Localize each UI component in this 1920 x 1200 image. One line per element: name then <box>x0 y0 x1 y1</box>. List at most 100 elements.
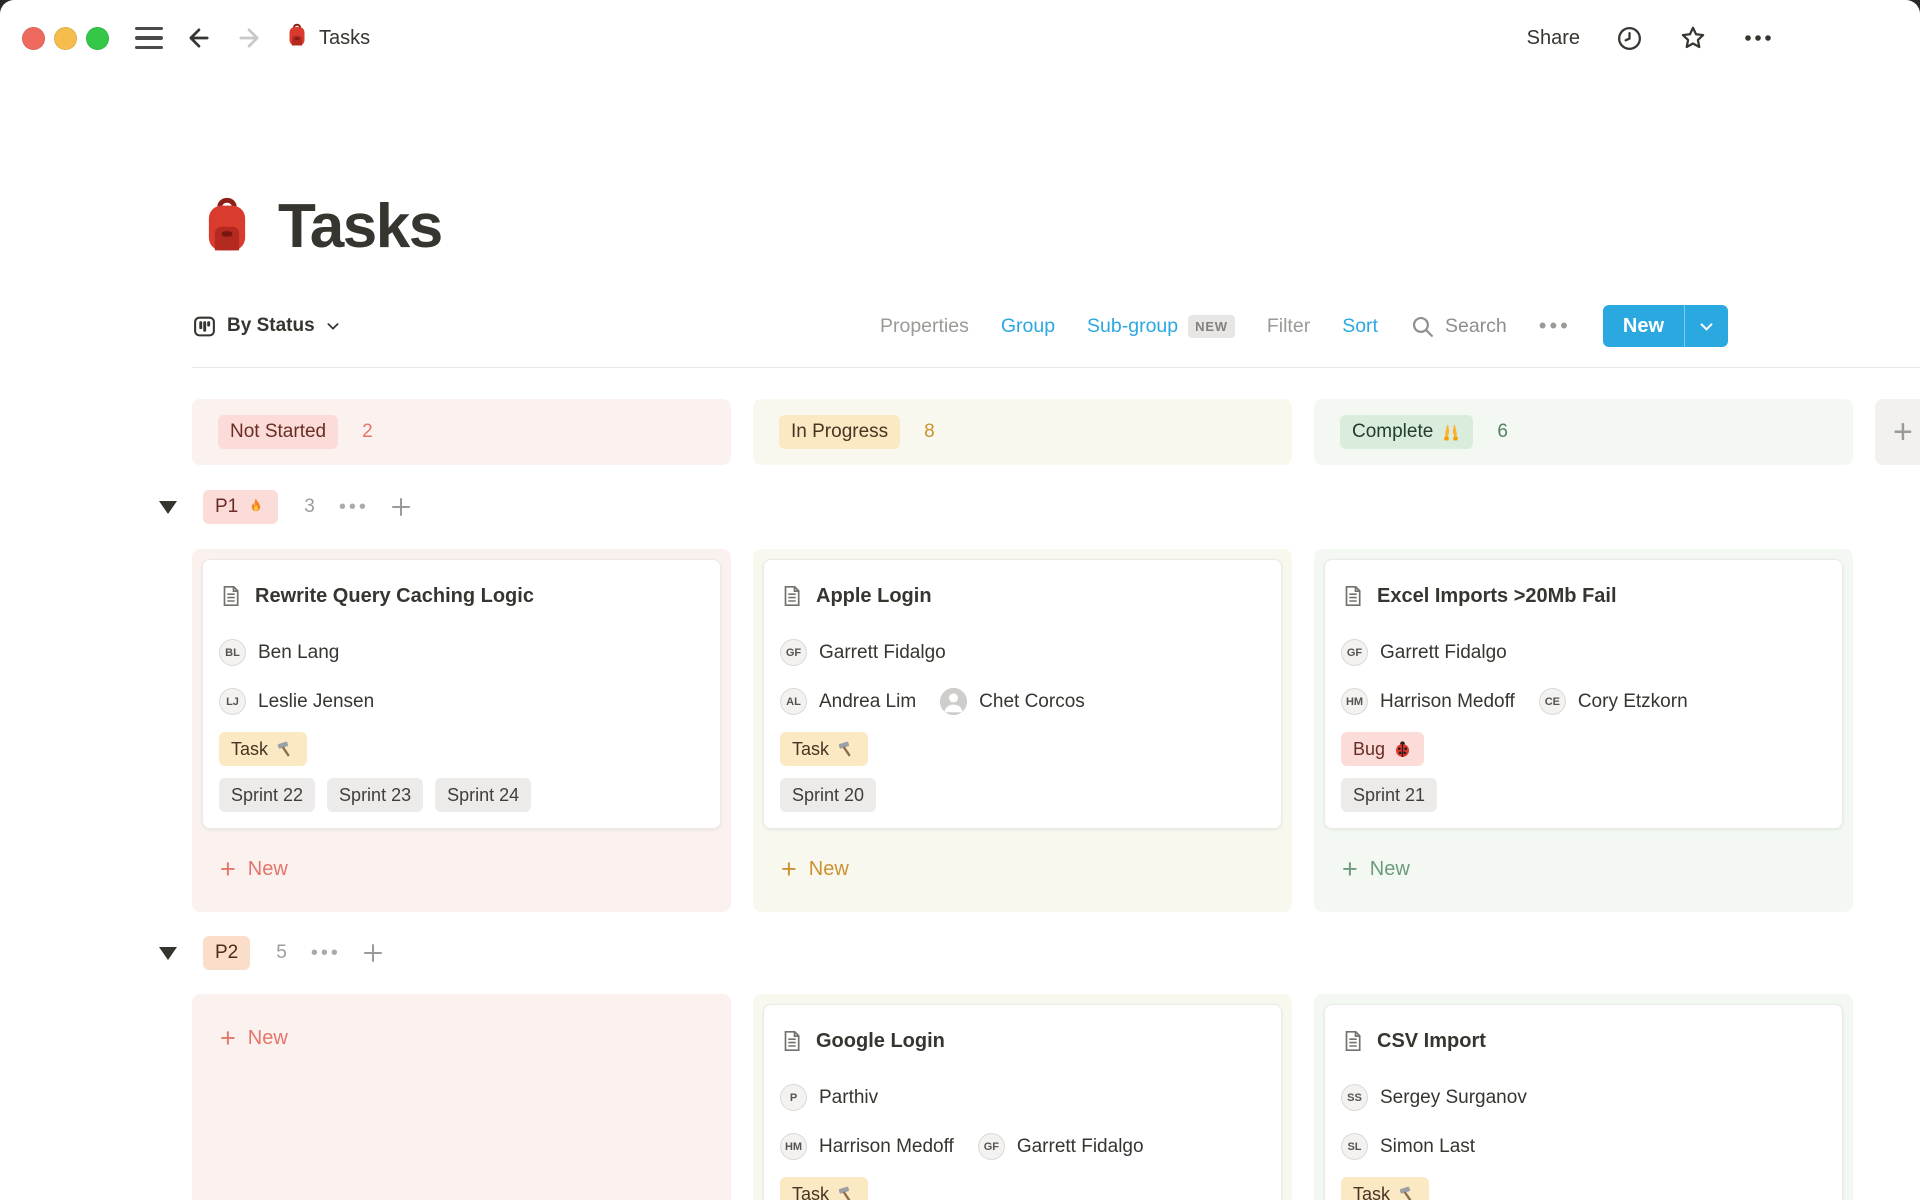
share-button[interactable]: Share <box>1527 27 1580 50</box>
plus-icon: + <box>220 1025 236 1052</box>
status-chip[interactable]: Complete <box>1340 415 1473 449</box>
backpack-icon <box>285 23 309 53</box>
status-chip[interactable]: In Progress <box>779 415 900 449</box>
notion-window: Tasks Share Tasks By Status Prope <box>0 0 1920 1200</box>
assignee-row: BLBen Lang <box>219 628 704 677</box>
view-more-options-button[interactable]: ••• <box>1539 313 1571 339</box>
assignee-row: HMHarrison MedoffCECory Etzkorn <box>1341 677 1826 726</box>
ladybug-icon <box>1393 740 1412 759</box>
search-button[interactable]: Search <box>1410 314 1507 339</box>
column-header-complete: Complete6 <box>1314 399 1853 465</box>
backpack-icon <box>198 196 256 254</box>
tag-row: Task <box>780 732 1265 766</box>
new-card-button[interactable]: + New <box>202 1016 721 1060</box>
assignee: GFGarrett Fidalgo <box>780 639 946 666</box>
plus-icon: + <box>220 856 236 883</box>
page-icon <box>1341 1029 1365 1053</box>
status-chip[interactable]: Not Started <box>218 415 338 449</box>
new-button-label[interactable]: New <box>1603 305 1684 347</box>
plus-icon <box>361 941 385 965</box>
assignee: PParthiv <box>780 1084 878 1111</box>
assignee-name: Harrison Medoff <box>1380 691 1515 713</box>
avatar: HM <box>1341 688 1368 715</box>
toolbar-item-label: Sub-group <box>1087 315 1178 338</box>
sprint-chip: Sprint 22 <box>219 778 315 812</box>
view-toolbar: By Status Properties Group Sub-groupNEW Fil… <box>192 304 1728 348</box>
page-backpack-icon[interactable] <box>198 196 256 258</box>
task-card[interactable]: Excel Imports >20Mb Fail GFGarrett Fidalg… <box>1324 559 1843 829</box>
new-button-dropdown[interactable] <box>1684 305 1728 347</box>
back-button[interactable] <box>185 24 213 52</box>
group-more-button[interactable]: ••• <box>311 942 341 965</box>
tag-label: Task <box>792 1184 829 1200</box>
close-window-button[interactable] <box>22 27 45 50</box>
sidebar-menu-icon[interactable] <box>135 27 163 49</box>
chevron-down-icon <box>325 318 341 334</box>
assignee-name: Harrison Medoff <box>819 1136 954 1158</box>
breadcrumb-title: Tasks <box>319 27 370 50</box>
toolbar-item-properties[interactable]: Properties <box>880 315 969 338</box>
task-card[interactable]: CSV ImportSSSergey SurganovSLSimon LastT… <box>1324 1004 1843 1200</box>
toolbar-item-sub-group[interactable]: Sub-groupNEW <box>1087 315 1235 338</box>
task-card[interactable]: Apple LoginGFGarrett FidalgoALAndrea Lim… <box>763 559 1282 829</box>
raised-hands-icon <box>1441 422 1461 442</box>
clock-icon <box>1616 25 1643 52</box>
search-icon <box>1410 314 1435 339</box>
page-icon <box>1341 1029 1365 1053</box>
hammer-icon <box>837 740 856 759</box>
new-card-button[interactable]: +New <box>1324 847 1843 891</box>
add-group-button[interactable]: + <box>1875 399 1920 465</box>
status-header-row: Not Started2In Progress8Complete6+ <box>192 399 1920 465</box>
group-add-button[interactable] <box>361 941 385 965</box>
backpack-icon <box>198 196 256 254</box>
updates-clock-button[interactable] <box>1616 25 1643 52</box>
toolbar-item-group[interactable]: Group <box>1001 315 1055 338</box>
new-card-label: New <box>248 858 288 881</box>
card-title: Excel Imports >20Mb Fail <box>1377 585 1617 608</box>
avatar: AL <box>780 688 807 715</box>
view-name: By Status <box>227 315 315 337</box>
view-switcher[interactable]: By Status <box>192 314 341 339</box>
task-card[interactable]: Google LoginPParthivHMHarrison MedoffGFG… <box>763 1004 1282 1200</box>
ellipsis-icon <box>1743 33 1773 43</box>
avatar: BL <box>219 639 246 666</box>
more-options-button[interactable] <box>1743 33 1773 43</box>
collapse-toggle-icon[interactable] <box>159 947 177 960</box>
minimize-window-button[interactable] <box>54 27 77 50</box>
toolbar-item-sort[interactable]: Sort <box>1342 315 1378 338</box>
new-card-button[interactable]: +New <box>763 847 1282 891</box>
page-title[interactable]: Tasks <box>278 196 442 258</box>
group-add-button[interactable] <box>389 495 413 519</box>
avatar: GF <box>978 1133 1005 1160</box>
hammer-icon <box>837 740 856 759</box>
group-chip-label: P1 <box>215 496 238 518</box>
group-columns-row: +NewGoogle LoginPParthivHMHarrison Medof… <box>192 994 1920 1200</box>
sprint-row: Sprint 22Sprint 23Sprint 24 <box>219 778 704 812</box>
group-chip[interactable]: P1 <box>203 490 278 524</box>
forward-button[interactable] <box>235 24 263 52</box>
toolbar-item-filter[interactable]: Filter <box>1267 315 1310 338</box>
topbar-actions: Share <box>1527 24 1920 52</box>
breadcrumb[interactable]: Tasks <box>285 23 370 53</box>
assignee-row: ALAndrea LimChet Corcos <box>780 677 1265 726</box>
assignee-row: GFGarrett Fidalgo <box>1341 628 1826 677</box>
group-chip[interactable]: P2 <box>203 936 250 970</box>
sprint-chip: Sprint 24 <box>435 778 531 812</box>
zoom-window-button[interactable] <box>86 27 109 50</box>
new-card-label: New <box>248 1027 288 1050</box>
collapse-toggle-icon[interactable] <box>159 501 177 514</box>
task-card[interactable]: Rewrite Query Caching LogicBLBen LangLJL… <box>202 559 721 829</box>
assignee-row: PParthiv <box>780 1073 1265 1122</box>
hammer-icon <box>1398 1185 1417 1200</box>
default-avatar-icon <box>940 688 967 715</box>
new-button[interactable]: New <box>1603 305 1728 347</box>
sprint-chip: Sprint 20 <box>780 778 876 812</box>
sprint-row: Sprint 21 <box>1341 778 1826 812</box>
new-card-button[interactable]: + New <box>202 847 721 891</box>
backpack-icon <box>285 23 309 47</box>
group-more-button[interactable]: ••• <box>339 496 369 519</box>
favorite-star-button[interactable] <box>1679 24 1707 52</box>
tag-label: Bug <box>1353 739 1385 760</box>
page-icon <box>780 584 804 608</box>
backpack-icon <box>285 23 309 47</box>
